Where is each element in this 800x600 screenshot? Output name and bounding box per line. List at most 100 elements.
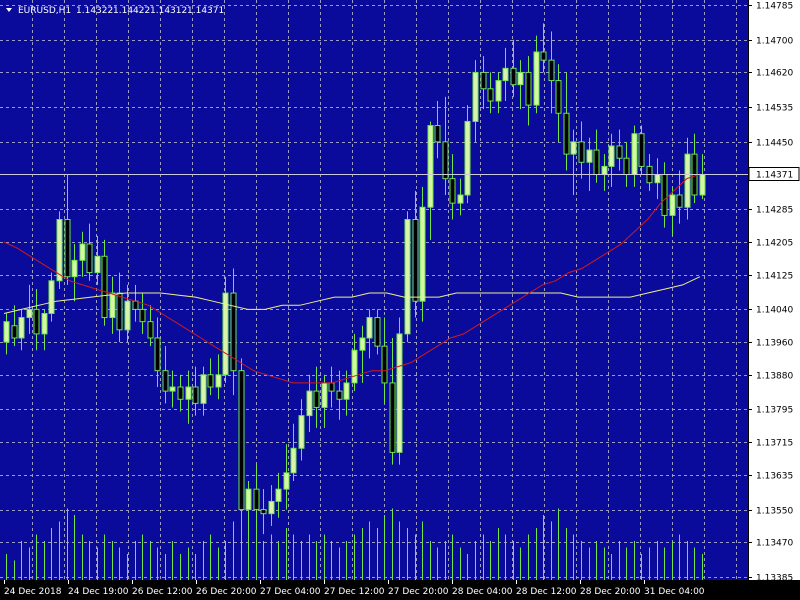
candle-body[interactable]	[147, 321, 154, 339]
candle-body[interactable]	[389, 382, 396, 453]
candle-body[interactable]	[109, 292, 116, 319]
candle-body[interactable]	[548, 59, 555, 82]
candle-body[interactable]	[608, 145, 615, 167]
candle-body[interactable]	[525, 71, 532, 106]
candle-body[interactable]	[540, 51, 547, 61]
candle-body[interactable]	[419, 206, 426, 302]
candle-body[interactable]	[517, 71, 524, 86]
x-tick-label: 24 Dec 19:00	[68, 587, 129, 597]
candle-body[interactable]	[533, 51, 540, 106]
candle-body[interactable]	[366, 317, 373, 339]
candle-body[interactable]	[661, 174, 668, 216]
candle-body[interactable]	[472, 71, 479, 122]
x-tick-label: 24 Dec 2018	[4, 587, 62, 597]
candle-body[interactable]	[578, 141, 585, 163]
candle-body[interactable]	[222, 292, 229, 376]
candle-body[interactable]	[215, 374, 222, 388]
candle-body[interactable]	[510, 67, 517, 86]
candle-body[interactable]	[487, 88, 494, 102]
candle-body[interactable]	[676, 194, 683, 208]
candle-body[interactable]	[207, 374, 214, 388]
candle-body[interactable]	[185, 386, 192, 400]
x-tick-label: 27 Dec 12:00	[324, 587, 385, 597]
candle-body[interactable]	[359, 337, 366, 351]
candle-body[interactable]	[638, 133, 645, 167]
candle-body[interactable]	[192, 386, 199, 404]
candle-body[interactable]	[56, 219, 63, 282]
candle-body[interactable]	[139, 308, 146, 323]
candle-body[interactable]	[396, 333, 403, 453]
candle-body[interactable]	[434, 125, 441, 143]
candle-body[interactable]	[328, 382, 335, 392]
candle-body[interactable]	[260, 509, 267, 515]
candle-body[interactable]	[33, 308, 40, 335]
candle-body[interactable]	[86, 243, 93, 274]
candle-body[interactable]	[101, 255, 108, 319]
candle-body[interactable]	[586, 149, 593, 163]
candle-body[interactable]	[283, 472, 290, 490]
candle-body[interactable]	[313, 390, 320, 408]
candle-body[interactable]	[245, 488, 252, 511]
candle-body[interactable]	[412, 219, 419, 302]
candle-body[interactable]	[169, 386, 176, 392]
candle-body[interactable]	[124, 300, 131, 331]
candle-body[interactable]	[3, 321, 10, 343]
candle-body[interactable]	[570, 141, 577, 155]
candle-body[interactable]	[71, 259, 78, 278]
candle-body[interactable]	[162, 370, 169, 392]
candle-body[interactable]	[336, 390, 343, 400]
candle-body[interactable]	[593, 149, 600, 176]
candle-body[interactable]	[616, 145, 623, 159]
candle-body[interactable]	[502, 67, 509, 82]
high-price: 1.14422	[113, 6, 150, 16]
candle-body[interactable]	[623, 157, 630, 176]
candle-body[interactable]	[563, 112, 570, 155]
chart-svg[interactable]: 1.14785 1.14700 1.14620 1.14535 1.14450 1.143…	[0, 0, 800, 600]
candle-body[interactable]	[116, 292, 123, 331]
candle-body[interactable]	[41, 312, 48, 335]
candle-body[interactable]	[94, 255, 101, 274]
y-tick-label: 1.13960	[756, 339, 793, 349]
candle-body[interactable]	[427, 125, 434, 208]
candle-body[interactable]	[464, 120, 471, 196]
candle-body[interactable]	[442, 141, 449, 180]
candle-body[interactable]	[684, 153, 691, 208]
candle-body[interactable]	[177, 386, 184, 400]
trading-chart[interactable]: 1.14785 1.14700 1.14620 1.14535 1.14450 1.143…	[0, 0, 800, 600]
candle-body[interactable]	[26, 308, 33, 319]
candle-body[interactable]	[48, 280, 55, 314]
candle-body[interactable]	[275, 488, 282, 502]
candle-body[interactable]	[200, 374, 207, 404]
x-tick-label: 27 Dec 20:00	[388, 587, 449, 597]
candle-body[interactable]	[321, 382, 328, 408]
candle-body[interactable]	[555, 80, 562, 114]
candle-body[interactable]	[351, 349, 358, 384]
candle-body[interactable]	[306, 390, 313, 417]
candle-body[interactable]	[495, 80, 502, 102]
candle-body[interactable]	[343, 382, 350, 400]
candle-body[interactable]	[457, 194, 464, 204]
candle-body[interactable]	[268, 500, 275, 515]
candle-body[interactable]	[374, 317, 381, 347]
candle-body[interactable]	[79, 243, 86, 261]
symbol-timeframe: EURUSD,H1	[18, 6, 71, 16]
candle-body[interactable]	[290, 447, 297, 474]
candle-body[interactable]	[154, 337, 161, 372]
candle-body[interactable]	[132, 300, 139, 310]
candle-body[interactable]	[601, 165, 608, 176]
candle-body[interactable]	[699, 174, 706, 196]
candle-body[interactable]	[631, 133, 638, 176]
candle-body[interactable]	[18, 317, 25, 339]
x-tick-label: 31 Dec 04:00	[644, 587, 705, 597]
candle-body[interactable]	[298, 415, 305, 449]
candle-body[interactable]	[238, 370, 245, 511]
candle-body[interactable]	[64, 219, 71, 278]
candle-body[interactable]	[654, 174, 661, 184]
candle-body[interactable]	[480, 71, 487, 90]
candle-body[interactable]	[669, 194, 676, 216]
candle-body[interactable]	[253, 488, 260, 511]
candle-body[interactable]	[404, 219, 411, 335]
candle-body[interactable]	[11, 325, 18, 339]
candle-body[interactable]	[449, 178, 456, 204]
candle-body[interactable]	[381, 345, 388, 384]
